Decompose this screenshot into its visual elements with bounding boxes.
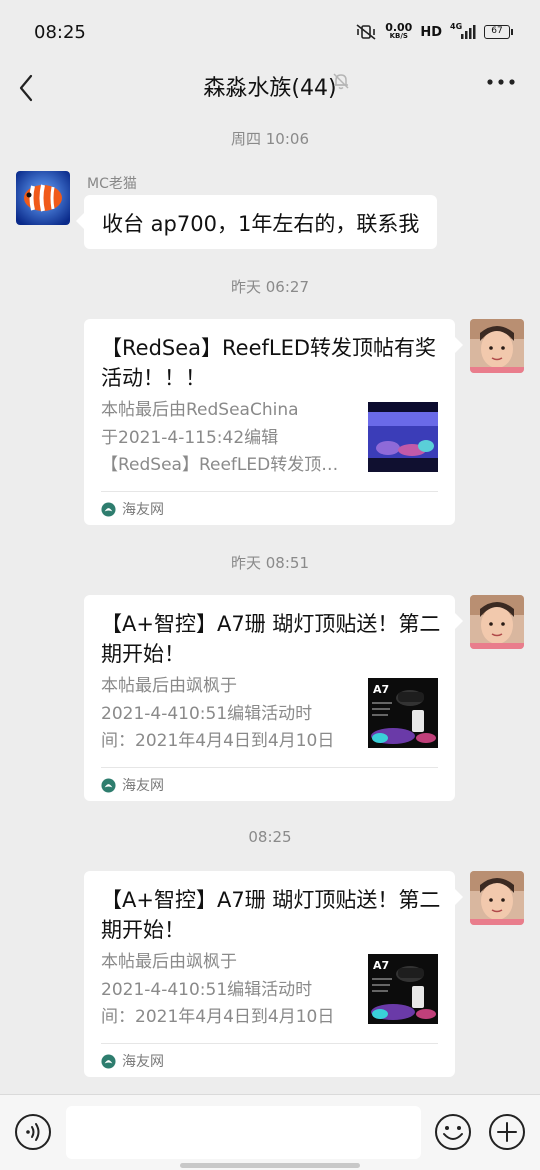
card-divider xyxy=(101,491,438,492)
net-speed: 0.00 KB/S xyxy=(385,21,413,40)
haiyou-logo-icon xyxy=(101,501,116,517)
sender-name: MC老猫 xyxy=(87,176,137,192)
status-time: 08:25 xyxy=(34,22,86,43)
message-timestamp: 周四 10:06 xyxy=(231,130,309,148)
my-avatar[interactable] xyxy=(470,871,524,925)
link-card[interactable]: 【A+智控】A7珊 瑚灯顶贴送！第二期开始！ 本帖最后由飒枫于 2021-4-4… xyxy=(84,871,463,1077)
haiyou-logo-icon xyxy=(101,1053,116,1069)
hd-label: HD xyxy=(420,24,442,40)
message-timestamp: 昨天 06:27 xyxy=(231,278,309,296)
sender-avatar[interactable] xyxy=(16,171,70,225)
card-divider xyxy=(101,1043,438,1044)
message-timestamp: 08:25 xyxy=(248,828,292,846)
card-description: 本帖最后由RedSeaChina 于2021-4-115:42编辑 【RedSe… xyxy=(101,400,353,475)
haiyou-logo-icon xyxy=(101,777,116,793)
chat-header: 森淼水族(44) xyxy=(0,62,540,118)
card-source: 海友网 xyxy=(101,1051,164,1071)
card-thumbnail: A7 xyxy=(368,954,438,1024)
muted-bell-icon xyxy=(333,73,349,90)
card-description: 本帖最后由飒枫于 2021-4-410:51编辑活动时 间：2021年4月4日到… xyxy=(101,676,335,751)
status-icons: 0.00 KB/S HD 4G 67 xyxy=(355,21,513,42)
card-source: 海友网 xyxy=(101,775,164,795)
link-card[interactable]: 【A+智控】A7珊 瑚灯顶贴送！第二期开始！ 本帖最后由飒枫于 2021-4-4… xyxy=(84,595,463,801)
vibrate-mute-icon xyxy=(356,24,376,40)
link-card[interactable]: 【RedSea】ReefLED转发顶帖有奖活动！！！ 本帖最后由RedSeaCh… xyxy=(84,319,463,525)
message-input-bar xyxy=(0,1094,540,1170)
card-source: 海友网 xyxy=(101,499,164,519)
thumb-label: A7 xyxy=(373,683,389,696)
add-more-icon[interactable] xyxy=(488,1113,526,1151)
battery-icon: 67 xyxy=(484,25,513,39)
more-options-icon[interactable] xyxy=(486,78,516,86)
card-description: 本帖最后由飒枫于 2021-4-410:51编辑活动时 间：2021年4月4日到… xyxy=(101,952,335,1027)
thumb-label: A7 xyxy=(373,959,389,972)
card-thumbnail: A7 xyxy=(368,678,438,748)
message-timestamp: 昨天 08:51 xyxy=(231,554,309,572)
my-avatar[interactable] xyxy=(470,319,524,373)
emoji-icon[interactable] xyxy=(434,1113,472,1151)
message-bubble[interactable]: 收台 ap700，1年左右的，联系我 xyxy=(75,195,438,249)
voice-input-icon[interactable] xyxy=(14,1113,52,1151)
card-thumbnail xyxy=(368,402,438,472)
chat-title: 森淼水族(44) xyxy=(203,76,337,101)
card-title: 【RedSea】ReefLED转发顶帖有奖活动！！！ xyxy=(101,336,437,390)
signal-icon: 4G xyxy=(450,22,476,40)
card-title: 【A+智控】A7珊 瑚灯顶贴送！第二期开始！ xyxy=(101,888,441,942)
my-avatar[interactable] xyxy=(470,595,524,649)
card-divider xyxy=(101,767,438,768)
status-bar: 08:25 0.00 KB/S HD 4G 67 xyxy=(0,0,540,62)
home-indicator[interactable] xyxy=(180,1163,360,1168)
card-title: 【A+智控】A7珊 瑚灯顶贴送！第二期开始！ xyxy=(101,612,441,666)
message-input[interactable] xyxy=(66,1106,421,1159)
